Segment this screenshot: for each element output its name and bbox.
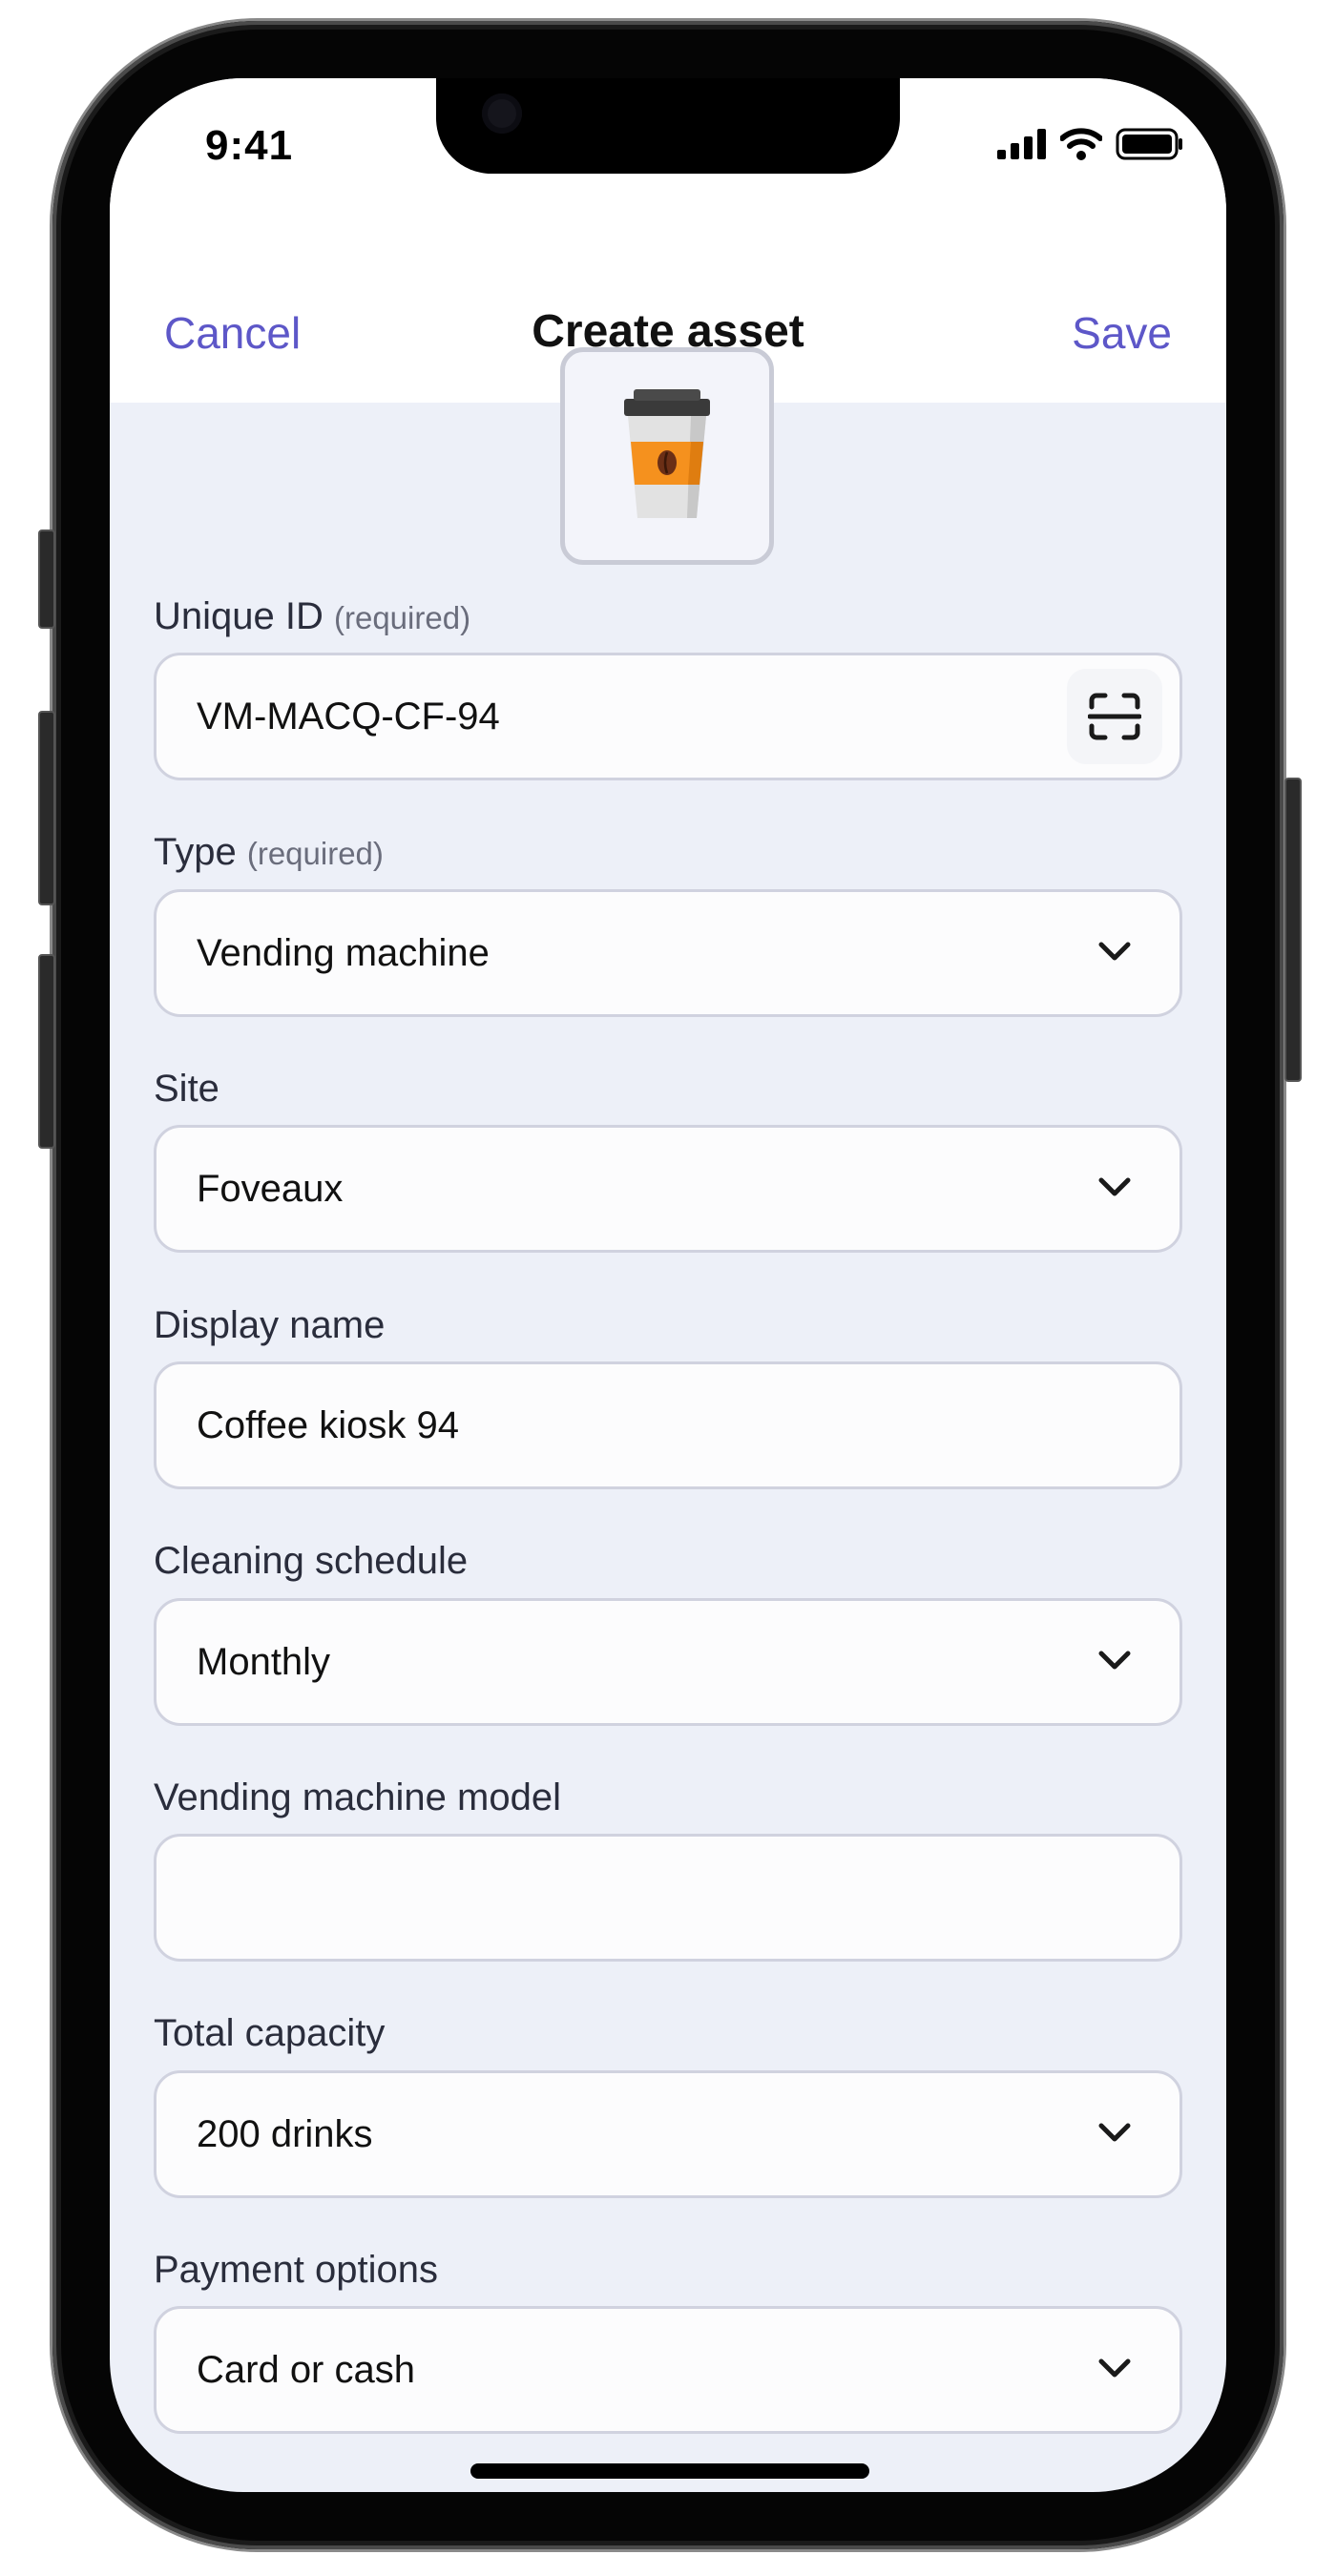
wifi-icon xyxy=(1060,128,1102,160)
type-label: Type (required) xyxy=(154,831,384,874)
payment-options-value: Card or cash xyxy=(197,2349,415,2391)
display-name-value: Coffee kiosk 94 xyxy=(197,1404,459,1446)
site-value: Foveaux xyxy=(197,1168,344,1210)
required-hint: (required) xyxy=(246,836,384,871)
site-select[interactable]: Foveaux xyxy=(154,1125,1182,1253)
unique-id-field[interactable]: VM-MACQ-CF-94 xyxy=(154,653,1182,780)
type-select[interactable]: Vending machine xyxy=(154,889,1182,1017)
phone-screen: 9:41 Cancel Create asset Save Unique ID … xyxy=(110,78,1226,2492)
type-label-text: Type xyxy=(154,831,237,873)
cleaning-schedule-label: Cleaning schedule xyxy=(154,1540,469,1582)
payment-options-select[interactable]: Card or cash xyxy=(154,2306,1182,2434)
chevron-down-icon xyxy=(1098,1651,1131,1670)
scan-barcode-button[interactable] xyxy=(1067,669,1162,764)
total-capacity-select[interactable]: 200 drinks xyxy=(154,2070,1182,2198)
notch xyxy=(436,78,900,174)
asset-icon-picker[interactable] xyxy=(560,347,774,565)
unique-id-label-text: Unique ID xyxy=(154,595,324,637)
display-name-input[interactable]: Coffee kiosk 94 xyxy=(154,1361,1182,1489)
cellular-signal-icon xyxy=(997,129,1046,159)
status-time: 9:41 xyxy=(205,122,294,169)
scan-icon xyxy=(1088,693,1141,740)
phone-volume-down-button xyxy=(38,954,55,1149)
home-indicator[interactable] xyxy=(470,2463,869,2479)
unique-id-label: Unique ID (required) xyxy=(154,595,470,638)
status-bar: 9:41 xyxy=(110,78,1226,260)
payment-options-label: Payment options xyxy=(154,2249,438,2291)
site-label: Site xyxy=(154,1068,219,1110)
chevron-down-icon xyxy=(1098,942,1131,961)
phone-volume-up-button xyxy=(38,711,55,905)
front-camera xyxy=(482,93,522,134)
chevron-down-icon xyxy=(1098,2358,1131,2378)
unique-id-value: VM-MACQ-CF-94 xyxy=(197,696,500,737)
total-capacity-value: 200 drinks xyxy=(197,2113,373,2155)
chevron-down-icon xyxy=(1098,2123,1131,2142)
cleaning-schedule-value: Monthly xyxy=(197,1641,331,1683)
status-icons xyxy=(997,128,1184,160)
phone-power-button xyxy=(1284,778,1302,1082)
coffee-cup-icon xyxy=(624,389,710,518)
total-capacity-label: Total capacity xyxy=(154,2012,386,2054)
cleaning-schedule-select[interactable]: Monthly xyxy=(154,1598,1182,1726)
battery-icon xyxy=(1116,128,1182,160)
save-button[interactable]: Save xyxy=(1072,307,1172,359)
required-hint: (required) xyxy=(334,600,471,635)
display-name-label: Display name xyxy=(154,1304,386,1346)
chevron-down-icon xyxy=(1098,1177,1131,1196)
type-value: Vending machine xyxy=(197,932,490,974)
phone-action-button xyxy=(38,530,55,629)
vending-machine-model-input[interactable] xyxy=(154,1834,1182,1962)
vending-machine-model-label: Vending machine model xyxy=(154,1776,561,1818)
